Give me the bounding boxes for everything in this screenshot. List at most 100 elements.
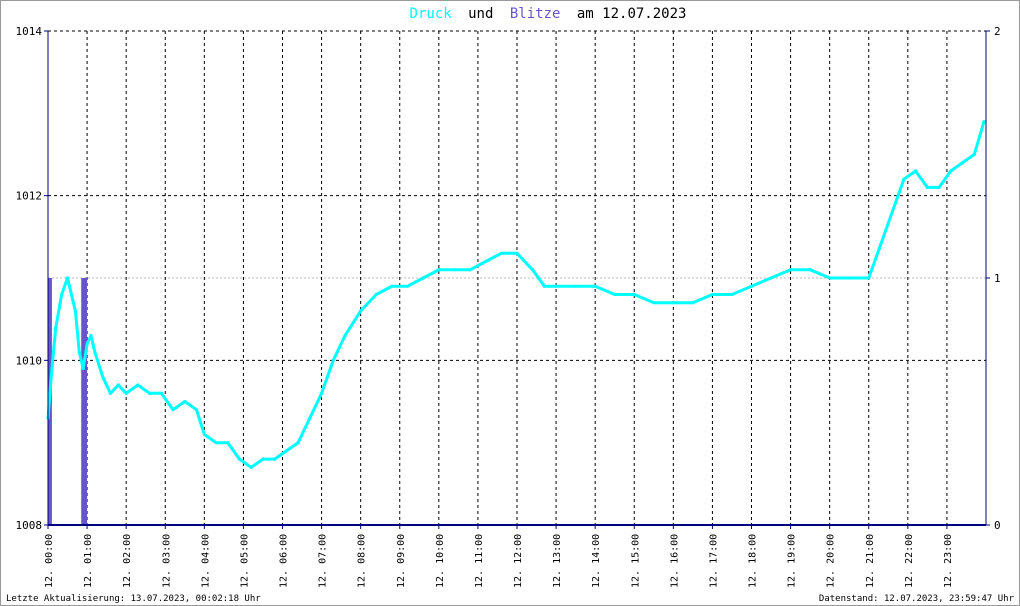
x-tick-0: 12. 00:00	[44, 534, 55, 588]
druck-point-44	[515, 251, 519, 255]
y-right-tick-2: 2	[994, 25, 1001, 38]
x-tick-6: 12. 06:00	[279, 534, 290, 588]
druck-point-50	[613, 292, 617, 297]
druck-point-70	[949, 169, 953, 173]
x-tick-11: 12. 11:00	[474, 534, 485, 588]
druck-point-35	[374, 292, 378, 297]
x-tick-19: 12. 19:00	[787, 534, 798, 588]
druck-point-8	[85, 342, 89, 346]
y-left-tick-1012: 1012	[16, 190, 43, 203]
druck-point-9	[89, 334, 93, 338]
chart-border	[0, 0, 1020, 606]
x-tick-18: 12. 18:00	[748, 534, 759, 588]
druck-point-17	[159, 391, 163, 395]
druck-point-57	[749, 284, 754, 288]
druck-point-61	[828, 276, 832, 280]
druck-point-3	[60, 292, 64, 297]
y-left-tick-1014: 1014	[16, 25, 43, 38]
druck-point-52	[652, 301, 656, 305]
druck-point-40	[452, 268, 457, 272]
druck-point-30	[308, 416, 312, 420]
x-tick-22: 12. 22:00	[904, 534, 915, 588]
x-tick-8: 12. 08:00	[357, 534, 368, 588]
druck-point-72	[972, 152, 976, 157]
druck-point-2	[54, 325, 58, 329]
druck-point-69	[937, 185, 941, 190]
druck-point-4	[65, 276, 70, 280]
druck-point-33	[343, 334, 347, 338]
title-und: und	[468, 6, 493, 22]
druck-point-48	[574, 284, 578, 288]
druck-point-31	[319, 391, 324, 395]
druck-point-68	[925, 185, 929, 190]
druck-point-54	[691, 301, 695, 305]
chart-frame: Druck und Blitze am 12.07.2023 1008 1010 1…	[0, 0, 1020, 606]
druck-point-38	[421, 276, 425, 280]
druck-point-63	[867, 276, 871, 280]
chart-title: Druck und Blitze am 12.07.2023	[410, 6, 687, 22]
druck-point-39	[437, 268, 441, 272]
druck-point-71	[960, 161, 965, 165]
druck-point-5	[73, 309, 77, 313]
druck-point-15	[136, 383, 140, 387]
druck-point-59	[788, 268, 793, 272]
druck-point-26	[261, 457, 265, 461]
druck-point-64	[878, 243, 883, 247]
druck-point-18	[171, 408, 175, 412]
druck-point-32	[331, 358, 335, 362]
x-tick-10: 12. 10:00	[435, 534, 446, 588]
y-right-tick-0: 0	[994, 519, 1001, 532]
druck-point-55	[710, 292, 715, 297]
x-tick-17: 12. 17:00	[708, 534, 719, 588]
y-left-tick-1008: 1008	[16, 519, 43, 532]
druck-point-6	[77, 350, 81, 354]
druck-point-66	[902, 177, 906, 181]
druck-point-47	[554, 284, 558, 288]
footer-data-status: Datenstand: 12.07.2023, 23:59:47 Uhr	[819, 594, 1015, 604]
x-tick-5: 12. 05:00	[239, 534, 250, 588]
x-tick-13: 12. 13:00	[552, 534, 563, 588]
x-tick-1: 12. 01:00	[83, 534, 94, 588]
druck-point-22	[214, 441, 218, 445]
druck-point-51	[632, 292, 636, 297]
druck-point-53	[671, 301, 675, 305]
druck-point-58	[769, 276, 773, 280]
druck-point-1	[50, 366, 54, 371]
footer-last-update: Letzte Aktualisierung: 13.07.2023, 00:02…	[6, 594, 261, 604]
x-tick-23: 12. 23:00	[943, 534, 954, 588]
druck-point-65	[890, 210, 894, 214]
x-tick-2: 12. 02:00	[122, 534, 133, 588]
druck-point-42	[484, 259, 488, 264]
x-tick-15: 12. 15:00	[630, 534, 641, 588]
y-right-tick-1: 1	[994, 272, 1001, 285]
druck-point-23	[226, 441, 230, 445]
druck-point-27	[273, 457, 277, 461]
druck-point-11	[101, 375, 105, 379]
druck-point-21	[202, 432, 206, 437]
title-date: am 12.07.2023	[577, 6, 687, 22]
x-tick-14: 12. 14:00	[591, 534, 602, 588]
druck-point-29	[296, 441, 300, 445]
druck-point-25	[249, 465, 253, 469]
x-tick-12: 12. 12:00	[513, 534, 524, 588]
x-tick-7: 12. 07:00	[318, 534, 329, 588]
druck-point-62	[847, 276, 851, 280]
title-blitze: Blitze	[510, 6, 561, 22]
druck-point-34	[359, 309, 363, 313]
title-druck: Druck	[410, 6, 453, 22]
x-tick-9: 12. 09:00	[396, 534, 407, 588]
druck-point-24	[237, 457, 242, 461]
druck-point-41	[468, 268, 472, 272]
druck-point-43	[499, 251, 503, 255]
blitze-bar-1	[81, 278, 88, 525]
druck-point-20	[194, 408, 199, 412]
pressure-lightning-chart: Druck und Blitze am 12.07.2023 100810101…	[0, 0, 1020, 606]
druck-point-10	[93, 350, 97, 354]
druck-point-67	[914, 169, 918, 173]
druck-point-56	[730, 292, 734, 297]
y-left-tick-1010: 1010	[16, 354, 43, 367]
druck-point-73	[982, 119, 986, 124]
druck-point-60	[808, 268, 812, 272]
druck-point-19	[183, 399, 187, 404]
x-tick-20: 12. 20:00	[826, 534, 837, 588]
